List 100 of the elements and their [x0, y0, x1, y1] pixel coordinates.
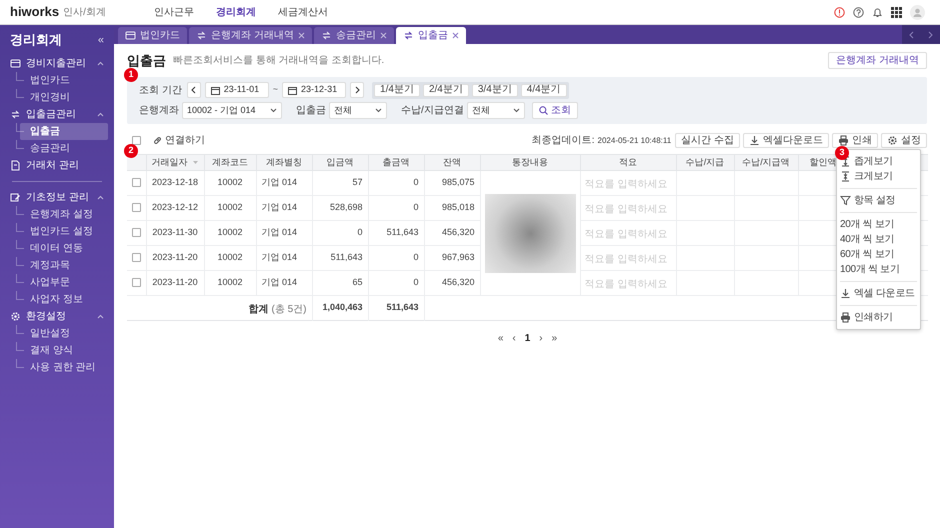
sidebar-item[interactable]: 개인경비 [20, 89, 108, 106]
sidebar-item[interactable]: 일반설정 [20, 325, 108, 342]
column-header[interactable]: 통장내용 [480, 154, 580, 170]
update-time: 2024-05-21 10:48:11 [598, 134, 672, 146]
toolbar-button[interactable]: 인쇄 [832, 133, 878, 148]
tab[interactable]: 입출금 [396, 27, 466, 44]
link-icon [153, 136, 162, 145]
menu-item[interactable]: 엑셀 다운로드 [840, 286, 917, 301]
date-field[interactable]: 23-11-01 [204, 82, 269, 98]
sidebar-section[interactable]: 거래처 관리 [0, 157, 114, 174]
bank-history-button[interactable]: 은행계좌 거래내역 [828, 52, 927, 69]
checkbox[interactable] [132, 228, 141, 238]
download-icon [840, 288, 851, 299]
toolbar-button[interactable]: 실시간 수집 [675, 133, 740, 148]
select-field[interactable]: 10002 - 기업 014 [182, 102, 282, 119]
sidebar-item[interactable]: 은행계좌 설정 [20, 206, 108, 223]
total-cell: 1,040,463 [312, 296, 368, 320]
nav-link[interactable]: 인사근무 [154, 4, 194, 20]
quarter-button[interactable]: 4/4분기 [520, 84, 567, 96]
page-button[interactable]: 1 [524, 331, 530, 346]
total-label: 합계 [248, 304, 268, 315]
sidebar-item[interactable]: 사업자 정보 [20, 291, 108, 308]
quarter-button[interactable]: 1/4분기 [374, 84, 420, 96]
settings-icon [887, 135, 898, 146]
checkbox[interactable] [132, 278, 141, 288]
tab[interactable]: 법인카드 [118, 27, 187, 44]
chevron-down-icon [512, 108, 520, 113]
table-cell: 985,075 [424, 170, 480, 196]
column-header[interactable]: 계좌별칭 [256, 154, 312, 170]
checkbox[interactable] [132, 253, 141, 262]
table-cell: 456,320 [424, 270, 480, 296]
table-cell: 511,643 [312, 246, 368, 270]
swap-arrows-icon [196, 30, 207, 41]
menu-item[interactable]: 인쇄하기 [840, 310, 917, 325]
quarter-button[interactable]: 2/4분기 [422, 84, 469, 96]
logo[interactable]: hiworks [10, 2, 60, 22]
menu-item[interactable]: 항목 설정 [840, 193, 917, 208]
menu-item[interactable]: 40개 씩 보기 [840, 232, 917, 247]
checkbox[interactable] [132, 178, 141, 188]
sidebar-item[interactable]: 계정과목 [20, 257, 108, 274]
toolbar-button[interactable]: 엑셀다운로드 [743, 133, 829, 148]
menu-item[interactable]: 20개 씩 보기 [840, 217, 917, 232]
table-cell: 2023-12-18 [146, 170, 204, 196]
avatar-icon [910, 4, 925, 20]
sidebar-item[interactable]: 사업부문 [20, 274, 108, 291]
column-header[interactable]: 계좌코드 [204, 154, 256, 170]
checkbox[interactable] [132, 203, 141, 212]
sidebar-section[interactable]: 환경설정 [0, 308, 114, 325]
column-header[interactable]: 수납/지급액 [734, 154, 798, 170]
sidebar-item[interactable]: 결재 양식 [20, 342, 108, 359]
calendar-icon [288, 86, 298, 94]
chevron-right-icon [354, 86, 360, 94]
select-field[interactable]: 전체 [329, 102, 387, 119]
tab[interactable]: 은행계좌 거래내역 [189, 27, 312, 44]
column-header[interactable]: 출금액 [368, 154, 424, 170]
previous-page-button[interactable]: ‹ [512, 331, 516, 346]
date-field[interactable]: 23-12-31 [282, 82, 346, 98]
checkbox[interactable] [132, 136, 141, 145]
chevron-left-icon [909, 30, 914, 38]
column-header[interactable]: 수납/지급 [676, 154, 734, 170]
sidebar-section[interactable]: 경비지출관리 [0, 55, 114, 72]
menu-item[interactable]: 100개 씩 보기 [840, 262, 917, 277]
nav-link[interactable]: 경리회계 [216, 4, 256, 20]
document-icon [10, 160, 21, 171]
sidebar-section[interactable]: 기초정보 관리 [0, 189, 114, 206]
sidebar-item[interactable]: 사용 권한 관리 [20, 359, 108, 376]
download-icon [749, 135, 760, 146]
first-page-button[interactable]: « [498, 331, 504, 346]
chevron-down-icon [375, 108, 382, 113]
table-cell: 65 [312, 270, 368, 296]
connect-button[interactable]: 연결하기 [153, 133, 205, 148]
quarter-button[interactable]: 3/4분기 [472, 84, 518, 96]
column-header[interactable]: 거래일자 [146, 154, 204, 170]
sidebar-item[interactable]: 법인카드 설정 [20, 223, 108, 240]
sidebar-item[interactable]: 송금관리 [20, 140, 108, 157]
tab[interactable]: 송금관리 [314, 27, 394, 44]
sidebar-section[interactable]: 입출금관리 [0, 106, 114, 123]
collapse-button[interactable]: « [98, 32, 104, 48]
sidebar-item[interactable]: 법인카드 [20, 72, 108, 89]
column-header[interactable]: 잔액 [424, 154, 480, 170]
table-cell: 기업 014 [256, 196, 312, 220]
field-label: 수납/지급연결 [401, 104, 464, 118]
menu-item[interactable]: 크게보기 [840, 169, 917, 184]
chevron-left-icon [191, 86, 196, 94]
previous-period-button[interactable] [186, 82, 201, 98]
menu-item[interactable]: 60개 씩 보기 [840, 247, 917, 262]
sidebar-item[interactable]: 입출금 [20, 123, 108, 140]
column-header[interactable]: 적요 [580, 154, 676, 170]
select-field[interactable]: 전체 [466, 102, 525, 119]
next-page-button[interactable]: › [539, 331, 543, 346]
next-period-button[interactable] [350, 82, 364, 98]
search-button[interactable]: 조회 [532, 102, 578, 119]
table-cell: 기업 014 [256, 246, 312, 270]
page-description: 빠른조회서비스를 통해 거래내역을 조회합니다. [173, 54, 384, 68]
alert-icon [834, 6, 845, 18]
nav-link[interactable]: 세금계산서 [278, 4, 328, 20]
last-page-button[interactable]: » [552, 331, 558, 346]
column-header[interactable]: 입금액 [312, 154, 368, 170]
sidebar-item[interactable]: 데이터 연동 [20, 240, 108, 257]
toolbar-button[interactable]: 설정 [881, 133, 927, 148]
